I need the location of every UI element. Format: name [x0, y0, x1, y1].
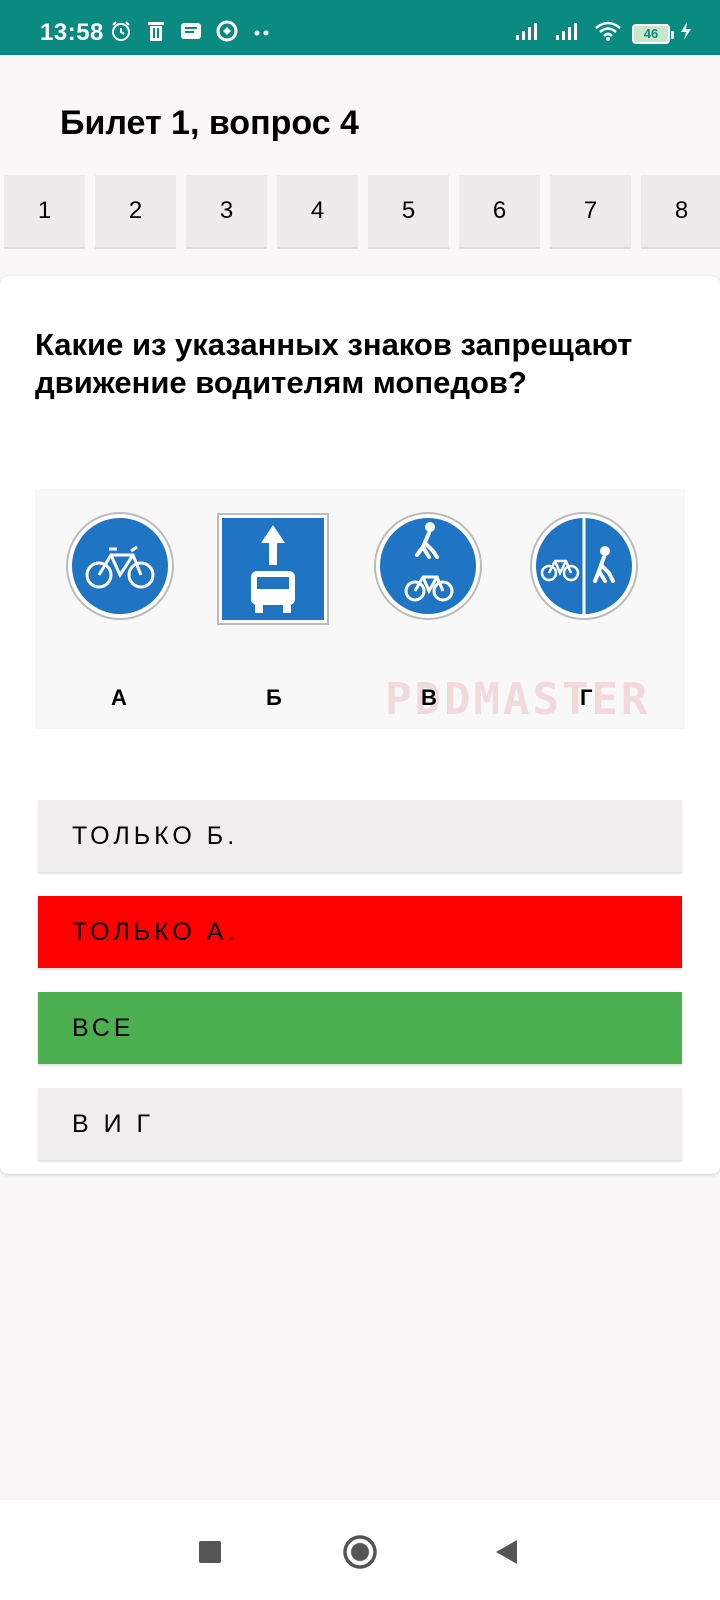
- question-tab-7[interactable]: 7: [550, 175, 631, 249]
- charging-icon: [680, 21, 692, 46]
- status-icons-right: 46: [514, 20, 692, 47]
- wifi-icon: [594, 20, 622, 47]
- question-tab-2[interactable]: 2: [95, 175, 176, 249]
- signal-icon: [554, 21, 584, 46]
- answer-option-3[interactable]: ВСЕ: [38, 992, 682, 1064]
- more-dots-icon: [252, 25, 272, 43]
- sign-label-v: В: [421, 685, 437, 710]
- question-tab-1[interactable]: 1: [4, 175, 85, 249]
- status-time: 13:58: [40, 19, 104, 46]
- question-tab-4[interactable]: 4: [277, 175, 358, 249]
- vpn-icon: [216, 20, 238, 47]
- status-bar: 13:58 46: [0, 0, 720, 55]
- back-icon[interactable]: [486, 1532, 526, 1572]
- signal-icon: [514, 21, 544, 46]
- recent-apps-icon[interactable]: [190, 1532, 230, 1572]
- status-icons-left: [110, 20, 272, 47]
- sign-label-b: Б: [266, 685, 282, 710]
- battery-icon: 46: [632, 23, 674, 44]
- question-tab-5[interactable]: 5: [368, 175, 449, 249]
- answer-option-1[interactable]: ТОЛЬКО Б.: [38, 800, 682, 872]
- message-icon: [180, 21, 202, 46]
- road-signs-image: PDDMASTER А Б В Г: [35, 489, 685, 729]
- alarm-icon: [110, 20, 132, 47]
- navigation-bar: [0, 1500, 720, 1600]
- question-tabs: 1 2 3 4 5 6 7 8: [0, 175, 720, 251]
- home-icon[interactable]: [340, 1532, 380, 1572]
- pedestrian-bicycle-split-sign-icon: [530, 512, 638, 620]
- question-card: Какие из указанных знаков запрещают движ…: [0, 276, 720, 1174]
- sign-label-a: А: [111, 685, 127, 710]
- question-tab-3[interactable]: 3: [186, 175, 267, 249]
- bus-lane-sign-icon: [217, 513, 329, 625]
- page-title: Билет 1, вопрос 4: [60, 104, 359, 142]
- question-tab-8[interactable]: 8: [641, 175, 720, 249]
- pedestrian-bicycle-shared-sign-icon: [374, 512, 482, 620]
- sign-label-g: Г: [580, 685, 593, 710]
- answer-option-2[interactable]: ТОЛЬКО А.: [38, 896, 682, 968]
- bicycle-sign-icon: [66, 512, 174, 620]
- question-tab-6[interactable]: 6: [459, 175, 540, 249]
- question-text: Какие из указанных знаков запрещают движ…: [35, 327, 633, 400]
- answer-option-4[interactable]: В И Г: [38, 1088, 682, 1160]
- trash-icon: [146, 20, 166, 47]
